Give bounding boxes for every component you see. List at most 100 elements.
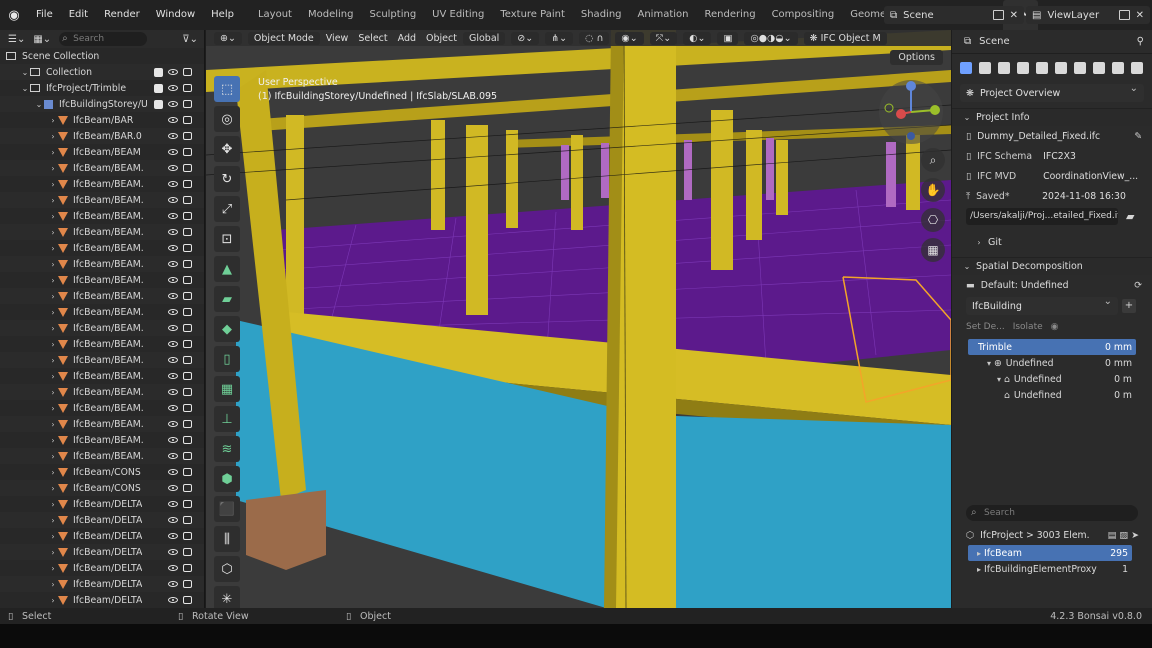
collapse-arrow-icon[interactable]: ▾ xyxy=(994,375,1004,384)
outliner-row[interactable]: › IfcBeam/CONS xyxy=(0,480,204,496)
geometry-tab-icon[interactable] xyxy=(998,62,1010,74)
column-tool-icon[interactable]: ⊥ xyxy=(214,406,240,432)
outliner-row[interactable]: › IfcBeam/DELTA xyxy=(0,592,204,608)
visibility-eye-icon[interactable] xyxy=(168,197,178,203)
copy-viewlayer-icon[interactable] xyxy=(1118,10,1130,20)
visibility-eye-icon[interactable] xyxy=(168,581,178,587)
expand-arrow-icon[interactable]: › xyxy=(48,388,58,397)
outliner-row[interactable]: › IfcBeam/BEAM. xyxy=(0,368,204,384)
outliner-row[interactable]: › IfcBeam/BAR.0 xyxy=(0,128,204,144)
render-camera-icon[interactable] xyxy=(183,196,192,204)
exclude-checkbox-icon[interactable] xyxy=(154,67,163,77)
expand-arrow-icon[interactable]: › xyxy=(48,148,58,157)
visibility-eye-icon[interactable] xyxy=(168,501,178,507)
mode-selector[interactable]: Object Mode xyxy=(247,31,320,45)
viewlayer-selector[interactable]: ▤ ViewLayer ✕ xyxy=(1026,6,1150,24)
visibility-eye-icon[interactable] xyxy=(168,533,178,539)
drawings-tab-icon[interactable] xyxy=(1017,62,1029,74)
visibility-eye-icon[interactable] xyxy=(168,453,178,459)
render-camera-icon[interactable] xyxy=(183,244,192,252)
expand-arrow-icon[interactable]: › xyxy=(48,484,58,493)
close-scene-icon[interactable]: ✕ xyxy=(1010,10,1018,21)
spatial-tree-row[interactable]: ▾ ⊕ Undefined 0 mm xyxy=(968,355,1136,371)
expand-arrow-icon[interactable]: › xyxy=(48,260,58,269)
expand-arrow-icon[interactable]: › xyxy=(48,180,58,189)
workspace-tab-rendering[interactable]: Rendering xyxy=(696,0,763,30)
expand-arrow-icon[interactable]: › xyxy=(48,404,58,413)
visibility-eye-icon[interactable] xyxy=(168,389,178,395)
opening-tool-icon[interactable]: ⫼ xyxy=(214,526,240,552)
ifc-object-button[interactable]: ❋ IFC Object M xyxy=(803,31,887,45)
visibility-eye-icon[interactable] xyxy=(168,549,178,555)
folder-icon[interactable]: ▰ xyxy=(1126,210,1134,223)
render-camera-icon[interactable] xyxy=(183,148,192,156)
expand-arrow-icon[interactable]: › xyxy=(48,292,58,301)
outliner-row[interactable]: › IfcBeam/BEAM. xyxy=(0,208,204,224)
project-tab-icon[interactable] xyxy=(960,62,972,74)
menu-help[interactable]: Help xyxy=(203,0,242,30)
expand-arrow-icon[interactable]: › xyxy=(48,324,58,333)
expand-arrow-icon[interactable]: › xyxy=(48,212,58,221)
render-camera-icon[interactable] xyxy=(183,68,192,76)
close-viewlayer-icon[interactable]: ✕ xyxy=(1136,10,1144,21)
move-tool-icon[interactable]: ✥ xyxy=(214,136,240,162)
visibility-button[interactable]: ◉⌄ xyxy=(615,31,644,45)
outliner-row[interactable]: › IfcBeam/DELTA xyxy=(0,512,204,528)
expand-arrow-icon[interactable]: › xyxy=(48,436,58,445)
overview-dropdown[interactable]: ❋ Project Overview xyxy=(960,83,1144,102)
visibility-eye-icon[interactable] xyxy=(168,341,178,347)
visibility-eye-icon[interactable] xyxy=(168,373,178,379)
menu-file[interactable]: File xyxy=(28,0,61,30)
expand-arrow-icon[interactable]: › xyxy=(48,196,58,205)
visibility-icon[interactable]: ◉ xyxy=(1051,322,1059,332)
building-dropdown[interactable]: IfcBuilding xyxy=(966,296,1118,315)
outliner-row[interactable]: › IfcBeam/BEAM. xyxy=(0,192,204,208)
expand-arrow-icon[interactable]: › xyxy=(48,244,58,253)
render-camera-icon[interactable] xyxy=(183,100,192,108)
render-camera-icon[interactable] xyxy=(183,260,192,268)
expand-arrow-icon[interactable]: › xyxy=(48,516,58,525)
expand-arrow-icon[interactable]: ▸ xyxy=(974,549,984,558)
gizmo-button[interactable]: ⤧⌄ xyxy=(649,31,678,45)
render-camera-icon[interactable] xyxy=(183,420,192,428)
blender-logo-icon[interactable]: ◉ xyxy=(0,8,28,23)
facility-tab-icon[interactable] xyxy=(1093,62,1105,74)
visibility-eye-icon[interactable] xyxy=(168,181,178,187)
visibility-eye-icon[interactable] xyxy=(168,437,178,443)
spatial-tree-row[interactable]: Trimble 0 mm xyxy=(968,339,1136,355)
outliner-row[interactable]: › IfcBeam/BAR xyxy=(0,112,204,128)
visibility-eye-icon[interactable] xyxy=(168,485,178,491)
expand-arrow-icon[interactable]: › xyxy=(48,356,58,365)
workspace-tab-animation[interactable]: Animation xyxy=(630,0,697,30)
quality-tab-icon[interactable] xyxy=(1112,62,1124,74)
render-camera-icon[interactable] xyxy=(183,164,192,172)
add-icon[interactable]: + xyxy=(1122,299,1136,313)
outliner-row[interactable]: › IfcBeam/DELTA xyxy=(0,528,204,544)
outliner-row[interactable]: Scene Collection xyxy=(0,48,204,64)
exclude-checkbox-icon[interactable] xyxy=(154,99,163,109)
outliner-row[interactable]: ⌄ IfcBuildingStorey/U xyxy=(0,96,204,112)
visibility-eye-icon[interactable] xyxy=(168,245,178,251)
outliner-row[interactable]: › IfcBeam/BEAM. xyxy=(0,432,204,448)
visibility-eye-icon[interactable] xyxy=(168,421,178,427)
render-camera-icon[interactable] xyxy=(183,436,192,444)
outliner-row[interactable]: › IfcBeam/DELTA xyxy=(0,576,204,592)
render-camera-icon[interactable] xyxy=(183,372,192,380)
stair-tool-icon[interactable]: ≋ xyxy=(214,436,240,462)
visibility-eye-icon[interactable] xyxy=(168,309,178,315)
menu-edit[interactable]: Edit xyxy=(61,0,96,30)
expand-arrow-icon[interactable]: ⌄ xyxy=(20,68,30,77)
visibility-eye-icon[interactable] xyxy=(168,597,178,603)
isolate-button[interactable]: Isolate xyxy=(1013,322,1043,332)
transform-tool-icon[interactable]: ⊡ xyxy=(214,226,240,252)
render-camera-icon[interactable] xyxy=(183,340,192,348)
visibility-eye-icon[interactable] xyxy=(168,261,178,267)
expand-arrow-icon[interactable]: › xyxy=(48,164,58,173)
render-camera-icon[interactable] xyxy=(183,84,192,92)
outliner-row[interactable]: › IfcBeam/BEAM. xyxy=(0,352,204,368)
visibility-eye-icon[interactable] xyxy=(168,165,178,171)
visibility-eye-icon[interactable] xyxy=(168,565,178,571)
outliner-row[interactable]: › IfcBeam/DELTA xyxy=(0,560,204,576)
window-tool-icon[interactable]: ▦ xyxy=(214,376,240,402)
render-camera-icon[interactable] xyxy=(183,356,192,364)
